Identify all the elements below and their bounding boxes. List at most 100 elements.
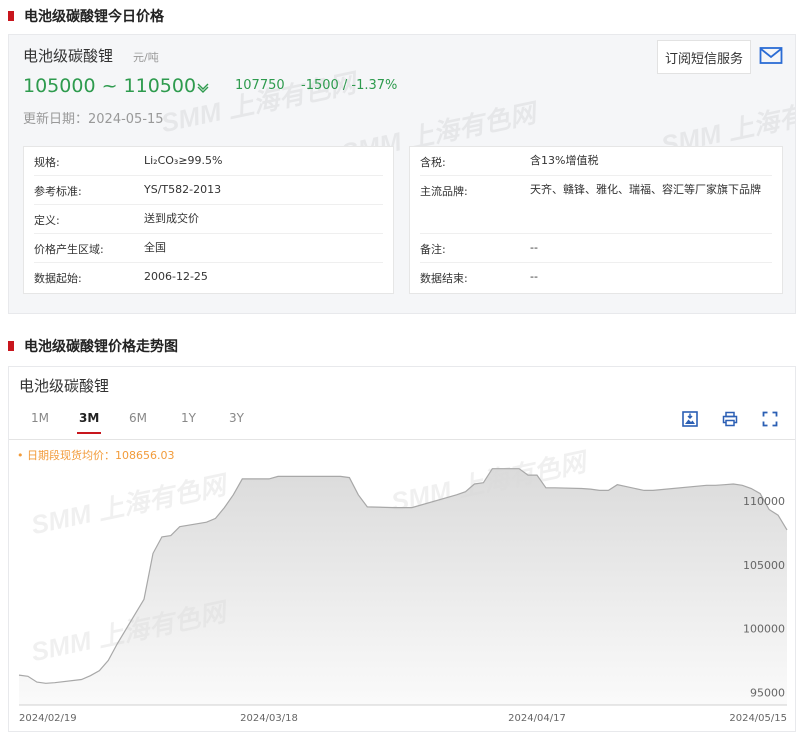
data-point (706, 485, 708, 487)
info-row: 主流品牌: 天齐、赣锋、雅化、瑞福、容汇等厂家旗下品牌 (420, 176, 772, 234)
data-point (170, 535, 172, 537)
data-point (206, 521, 208, 523)
mail-icon[interactable] (759, 46, 783, 66)
info-value: -- (530, 270, 538, 283)
info-value: 送到成交价 (144, 212, 199, 225)
data-point (751, 488, 753, 490)
info-row: 规格: Li₂CO₃≥99.5% (34, 147, 383, 176)
data-point (331, 476, 333, 478)
data-point (402, 507, 404, 509)
data-point (233, 494, 235, 496)
section-title-text: 电池级碳酸锂今日价格 (24, 9, 164, 25)
price-change: -1500 / -1.37% (301, 78, 398, 93)
data-point (36, 681, 38, 683)
section-title-text: 电池级碳酸锂价格走势图 (24, 339, 178, 355)
data-point (215, 518, 217, 520)
data-point (599, 490, 601, 492)
data-point (18, 674, 20, 676)
data-point (349, 477, 351, 479)
y-tick-label: 100000 (743, 623, 785, 636)
data-point (340, 476, 342, 478)
data-point (652, 490, 654, 492)
data-point (733, 483, 735, 485)
info-label: 规格: (34, 156, 60, 169)
data-point (393, 507, 395, 509)
data-point (456, 494, 458, 496)
info-label: 备注: (420, 243, 446, 256)
y-tick-label: 110000 (743, 495, 785, 508)
data-point (581, 488, 583, 490)
info-label: 数据结束: (420, 272, 468, 285)
data-point (545, 487, 547, 489)
data-point (304, 476, 306, 478)
average-price: 107750 (235, 78, 285, 93)
data-point (99, 670, 101, 672)
data-point (54, 682, 56, 684)
data-point (527, 474, 529, 476)
data-point (643, 490, 645, 492)
section-mark (8, 341, 14, 351)
data-point (27, 676, 29, 678)
y-tick-label: 95000 (750, 686, 785, 699)
info-row: 数据结束: -- (420, 263, 772, 293)
data-point (286, 476, 288, 478)
data-point (777, 514, 779, 516)
data-point (608, 490, 610, 492)
data-point (759, 493, 761, 495)
data-point (224, 507, 226, 509)
data-point (715, 485, 717, 487)
x-tick-label: 2024/05/15 (729, 713, 787, 724)
info-label: 含税: (420, 156, 446, 169)
info-value: YS/T582-2013 (144, 183, 222, 196)
data-point (358, 494, 360, 496)
y-tick-label: 105000 (743, 559, 785, 572)
price-trend-chart-card: 电池级碳酸锂 1M 3M 6M 1Y 3Y • 日期段现货均价：108656.0… (8, 366, 796, 732)
info-row: 数据起始: 2006-12-25 (34, 263, 383, 293)
data-point (108, 660, 110, 662)
info-value: 天齐、赣锋、雅化、瑞福、容汇等厂家旗下品牌 (530, 183, 761, 196)
down-arrow-icon (197, 83, 209, 96)
data-point (152, 553, 154, 555)
data-point (242, 478, 244, 480)
info-value: 含13%增值税 (530, 154, 599, 167)
info-value: 2006-12-25 (144, 270, 208, 283)
data-point (116, 643, 118, 645)
data-point (465, 491, 467, 493)
data-point (786, 529, 788, 531)
product-name: 电池级碳酸锂 (23, 47, 114, 65)
info-value: Li₂CO₃≥99.5% (144, 154, 223, 167)
data-point (90, 675, 92, 677)
info-row: 备注: -- (420, 234, 772, 263)
x-tick-label: 2024/04/17 (508, 713, 566, 724)
section-title-price-trend: 电池级碳酸锂价格走势图 (8, 336, 178, 356)
product-unit: 元/吨 (133, 51, 159, 64)
info-table-right: 含税: 含13%增值税 主流品牌: 天齐、赣锋、雅化、瑞福、容汇等厂家旗下品牌 … (409, 146, 783, 294)
info-label: 参考标准: (34, 185, 82, 198)
info-label: 数据起始: (34, 272, 82, 285)
data-point (179, 526, 181, 528)
info-label: 价格产生区域: (34, 243, 104, 256)
info-label: 主流品牌: (420, 185, 468, 198)
x-tick-label: 2024/03/18 (240, 713, 298, 724)
x-tick-label: 2024/02/19 (19, 713, 77, 724)
data-point (81, 679, 83, 681)
data-point (742, 485, 744, 487)
subscribe-sms-button[interactable]: 订阅短信服务 (657, 40, 751, 74)
info-row: 定义: 送到成交价 (34, 205, 383, 234)
data-point (277, 476, 279, 478)
data-point (554, 487, 556, 489)
data-point (367, 506, 369, 508)
info-table-left: 规格: Li₂CO₃≥99.5% 参考标准: YS/T582-2013 定义: … (23, 146, 394, 294)
price-area-fill (19, 468, 787, 705)
data-point (474, 483, 476, 485)
data-point (295, 476, 297, 478)
info-label: 定义: (34, 214, 60, 227)
data-point (492, 468, 494, 470)
price-trend-chart: 95000 100000 105000 110000 2024/02/19 2024/03… (18, 468, 788, 724)
info-value: -- (530, 241, 538, 254)
data-point (724, 484, 726, 486)
data-point (617, 484, 619, 486)
data-point (518, 468, 520, 470)
info-row: 含税: 含13%增值税 (420, 147, 772, 176)
data-point (590, 488, 592, 490)
